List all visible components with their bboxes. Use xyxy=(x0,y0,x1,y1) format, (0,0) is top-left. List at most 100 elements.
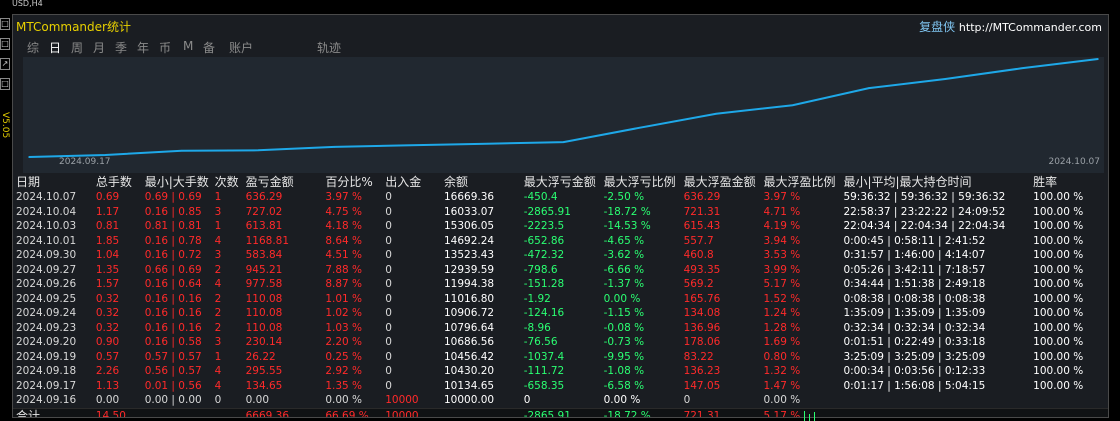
total-cell xyxy=(141,407,212,417)
table-row[interactable]: 2024.09.24 0.32 0.16 | 0.16 2 110.08 1.02 % 0 1… xyxy=(13,306,1108,321)
balance-point xyxy=(944,78,947,80)
table-cell: 721.31 xyxy=(683,205,721,218)
stats-window: MTCommander统计 复盘侠 http://MTCommander.com… xyxy=(12,14,1109,418)
balance-point xyxy=(486,142,488,145)
tab-day[interactable]: 日 xyxy=(49,39,61,56)
table-cell: 2 xyxy=(214,321,222,334)
table-row[interactable]: 2024.10.07 0.69 0.69 | 0.69 1 636.29 3.97 % 0 1… xyxy=(13,190,1108,205)
table-cell: 636.29 xyxy=(245,191,283,204)
column-header[interactable]: 最大浮亏金额 xyxy=(521,173,601,190)
column-header[interactable]: 总手数 xyxy=(93,173,142,190)
table-row[interactable]: 2024.09.17 1.13 0.01 | 0.56 4 134.65 1.35 % 0 1… xyxy=(13,379,1108,394)
toolbar-button-3[interactable]: ↗ xyxy=(0,58,10,70)
table-row[interactable]: 2024.10.03 0.81 0.81 | 0.81 1 613.81 4.18 % 0 1… xyxy=(13,219,1108,234)
chart-right-edge xyxy=(1110,0,1119,421)
table-cell: 0.69 | 0.69 xyxy=(144,191,202,204)
table-row[interactable]: 2024.09.25 0.32 0.16 | 0.16 2 110.08 1.01 % 0 1… xyxy=(13,292,1108,307)
tab-summary[interactable]: 综 xyxy=(27,39,39,56)
table-cell: 0 xyxy=(385,191,392,204)
toolbar-button-2[interactable]: □ xyxy=(0,38,10,50)
table-cell: 0 xyxy=(385,205,392,218)
site-url[interactable]: http://MTCommander.com xyxy=(959,21,1102,34)
table-cell: -1.15 % xyxy=(603,307,645,320)
table-cell: 22:04:34 | 22:04:34 | 22:04:34 xyxy=(843,220,1006,233)
table-row[interactable]: 2024.09.16 0.00 0.00 | 0.00 0 0.00 0.00 % 1000… xyxy=(13,393,1108,408)
column-header[interactable]: 最小|大手数 xyxy=(142,173,212,190)
column-header[interactable]: 余额 xyxy=(441,173,521,190)
table-cell: 0.16 | 0.58 xyxy=(144,336,202,349)
table-cell: 8.87 % xyxy=(325,278,363,291)
tab-year[interactable]: 年 xyxy=(137,39,149,56)
table-cell: 636.29 xyxy=(683,191,721,204)
table-cell: -798.6 xyxy=(523,263,558,276)
table-cell: 557.7 xyxy=(683,234,714,247)
table-cell: 1 xyxy=(214,220,222,233)
table-cell: 613.81 xyxy=(245,220,283,233)
table-cell: 15306.05 xyxy=(443,220,495,233)
table-cell: 1.47 % xyxy=(763,379,801,392)
volume-bar xyxy=(809,414,810,421)
table-cell: -1.08 % xyxy=(603,365,645,378)
toolbar-button-4[interactable]: □ xyxy=(0,78,10,90)
column-header[interactable]: 最小|平均|最大持仓时间 xyxy=(840,173,1030,190)
table-cell: 5.17 % xyxy=(763,278,801,291)
table-row[interactable]: 2024.10.04 1.17 0.16 | 0.85 3 727.02 4.75 % 0 1… xyxy=(13,205,1108,220)
table-cell: 2024.09.26 xyxy=(16,278,77,291)
tab-m[interactable]: M xyxy=(183,39,193,53)
tab-quarter[interactable]: 季 xyxy=(115,39,127,56)
tab-note[interactable]: 备 xyxy=(203,39,215,56)
table-cell: 1.03 % xyxy=(325,321,363,334)
column-header[interactable]: 百分比% xyxy=(322,173,382,190)
table-cell: 0:00:34 | 0:03:56 | 0:12:33 xyxy=(843,365,986,378)
table-row[interactable]: 2024.09.30 1.04 0.16 | 0.72 3 583.84 4.51 % 0 1… xyxy=(13,248,1108,263)
table-cell: 100.00 % xyxy=(1033,350,1084,363)
table-row[interactable]: 2024.09.20 0.90 0.16 | 0.58 3 230.14 2.20 % 0 1… xyxy=(13,335,1108,350)
table-cell: -6.66 % xyxy=(603,263,645,276)
toolbar-button-1[interactable]: □ xyxy=(0,18,10,30)
table-cell: 100.00 % xyxy=(1033,278,1084,291)
table-row[interactable]: 2024.09.18 2.26 0.56 | 0.57 4 295.55 2.92 % 0 1… xyxy=(13,364,1108,379)
table-cell: 3 xyxy=(214,205,222,218)
tab-account[interactable]: 账户 xyxy=(229,39,253,56)
table-cell: 12939.59 xyxy=(443,263,495,276)
column-header[interactable]: 次数 xyxy=(212,173,243,190)
column-header[interactable]: 最大浮盈比例 xyxy=(761,173,841,190)
table-cell: 8.64 % xyxy=(325,234,363,247)
table-row[interactable]: 2024.09.19 0.57 0.57 | 0.57 1 26.22 0.25 % 0 10… xyxy=(13,350,1108,365)
column-header[interactable]: 出入金 xyxy=(382,173,441,190)
total-cell: 6669.36 xyxy=(242,407,323,417)
table-row[interactable]: 2024.09.27 1.35 0.66 | 0.69 2 945.21 7.88 % 0 1… xyxy=(13,263,1108,278)
table-row[interactable]: 2024.09.23 0.32 0.16 | 0.16 2 110.08 1.03 % 0 1… xyxy=(13,321,1108,336)
table-cell: 1.69 % xyxy=(763,336,801,349)
table-cell: 10430.20 xyxy=(443,365,495,378)
site-link[interactable]: 复盘侠 http://MTCommander.com xyxy=(919,18,1102,35)
column-header[interactable]: 盈亏金额 xyxy=(243,173,323,190)
table-cell: 10134.65 xyxy=(443,379,495,392)
column-header[interactable]: 最大浮盈金额 xyxy=(681,173,761,190)
table-row[interactable]: 2024.10.01 1.85 0.16 | 0.78 4 1168.81 8.64 % 0… xyxy=(13,234,1108,249)
table-cell: -151.28 xyxy=(523,278,565,291)
balance-point xyxy=(28,156,30,158)
table-cell: 0:34:44 | 1:51:38 | 2:49:18 xyxy=(843,278,986,291)
table-row[interactable]: 2024.09.26 1.57 0.16 | 0.64 4 977.58 8.87 % 0 1… xyxy=(13,277,1108,292)
table-cell: -3.62 % xyxy=(603,249,645,262)
column-header[interactable]: 胜率 xyxy=(1030,173,1108,190)
table-cell: 583.84 xyxy=(245,249,283,262)
table-cell: -472.32 xyxy=(523,249,565,262)
table-cell: 100.00 % xyxy=(1033,307,1084,320)
table-cell: 0:31:57 | 1:46:00 | 4:14:07 xyxy=(843,249,986,262)
table-cell: 3.97 % xyxy=(763,191,801,204)
table-cell: 0.00 | 0.00 xyxy=(144,394,202,407)
table-cell: 0 xyxy=(385,321,392,334)
column-header[interactable]: 最大浮亏比例 xyxy=(601,173,681,190)
column-header[interactable]: 日期 xyxy=(13,173,93,190)
table-cell: 2024.09.23 xyxy=(16,321,77,334)
table-cell: 16033.07 xyxy=(443,205,495,218)
table-cell: 0 xyxy=(385,379,392,392)
balance-chart: 2024.09.17 2024.10.07 xyxy=(23,57,1104,173)
table-cell: 0.81 | 0.81 xyxy=(144,220,202,233)
tab-month[interactable]: 月 xyxy=(93,39,105,56)
tab-week[interactable]: 周 xyxy=(71,39,83,56)
tab-track[interactable]: 轨迹 xyxy=(317,39,341,56)
tab-currency[interactable]: 币 xyxy=(159,39,171,56)
